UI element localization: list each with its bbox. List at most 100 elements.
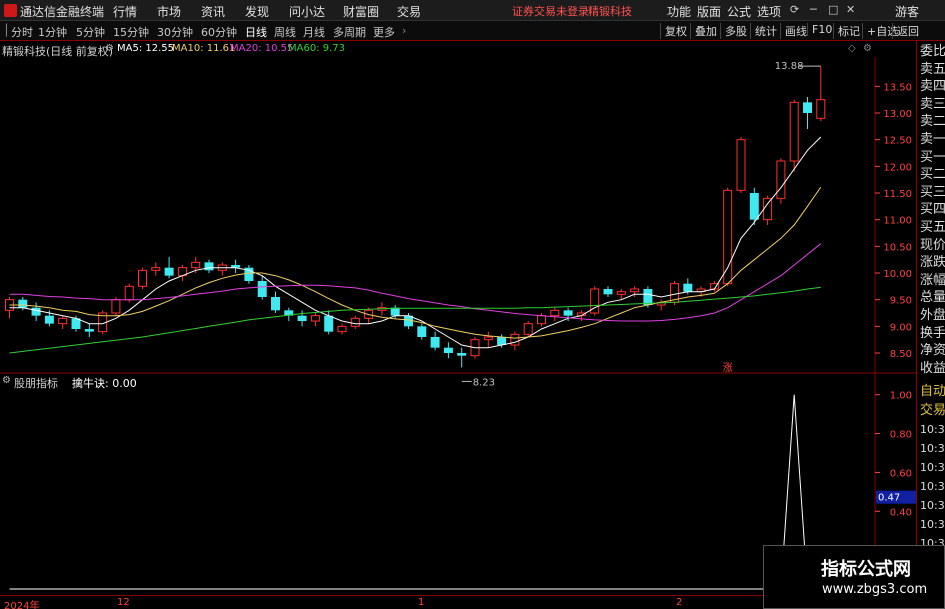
settings-gear-icon-right[interactable]: ⚙: [863, 43, 872, 54]
period-15min[interactable]: 15分钟: [113, 24, 149, 40]
diamond-icon[interactable]: ◇: [848, 43, 856, 54]
side-label: 净资: [920, 343, 945, 359]
menu-banmian[interactable]: 版面: [697, 3, 721, 20]
period-weekly[interactable]: 周线: [274, 24, 296, 40]
side-label: 买四: [920, 202, 945, 218]
guest-label[interactable]: 游客: [895, 3, 919, 20]
toolbar-handle-icon[interactable]: │: [3, 24, 10, 37]
menu-shichang[interactable]: 市场: [157, 3, 181, 20]
trade-side-label: 10:31: [920, 518, 945, 531]
candle-body-down: [457, 353, 467, 356]
period-30min[interactable]: 30分钟: [157, 24, 193, 40]
candle-body-up: [789, 101, 799, 162]
indicator-y-tick-label: 1.00: [890, 391, 912, 402]
tool-back[interactable]: 返回: [892, 23, 919, 39]
side-label: 卖二: [920, 114, 945, 130]
side-label: 卖四: [920, 79, 945, 95]
candle-body-down: [497, 337, 507, 345]
menu-gongshi[interactable]: 公式: [727, 3, 751, 20]
y-tick-label: 13.00: [883, 109, 912, 120]
candle-body-down: [271, 297, 280, 311]
indicator-y-tick-label: 0.40: [890, 507, 912, 518]
indicator-settings-icon[interactable]: ⚙: [2, 375, 11, 386]
menu-hangqing[interactable]: 行情: [113, 3, 137, 20]
candle-body-down: [430, 337, 440, 348]
candle-body-up: [816, 99, 826, 119]
x-label-jan: 1: [418, 597, 425, 608]
trade-side-label: 10:30: [920, 480, 945, 493]
side-label: 现价: [920, 237, 945, 253]
tool-fuquan[interactable]: 复权: [660, 23, 687, 39]
ma20-line: [9, 243, 822, 322]
candle-body-down: [204, 262, 214, 271]
watermark-logo: 指标公式网 www.zbgs3.com: [763, 545, 945, 609]
app-logo-icon: [4, 4, 17, 17]
tool-biaoji[interactable]: 标记: [833, 23, 860, 39]
terminal-window: 通达信金融终端 行情 市场 资讯 发现 问小达 财富圈 交易 证券交易未登录 精…: [0, 0, 945, 609]
chart-info-bar: 精锻科技(日线 前复权) ⚙ MA5: 12.55 MA10: 11.61 MA…: [0, 41, 875, 58]
menu-faxian[interactable]: 发现: [245, 3, 269, 20]
ma10-line: [9, 186, 822, 339]
chevron-right-icon[interactable]: ›: [402, 24, 406, 37]
trade-side-label: 10:31: [920, 499, 945, 512]
candle-body-down: [297, 315, 307, 321]
candle-body-down: [803, 102, 812, 113]
tool-f10[interactable]: F10: [807, 23, 832, 36]
candle-body-up: [723, 189, 733, 285]
trade-side-label: 10:30: [920, 442, 945, 455]
side-label: 卖三: [920, 96, 945, 112]
indicator-line: [9, 394, 821, 590]
trade-login-notice[interactable]: 证券交易未登录: [512, 3, 589, 19]
side-label: 买三: [920, 184, 945, 200]
y-tick-label: 13.50: [883, 82, 912, 93]
menu-zixun[interactable]: 资讯: [201, 3, 225, 20]
period-monthly[interactable]: 月线: [303, 24, 325, 40]
settings-gear-icon[interactable]: ⚙: [105, 43, 114, 54]
period-1min[interactable]: 1分钟: [38, 24, 67, 40]
period-daily[interactable]: 日线: [245, 24, 267, 40]
candle-body-down: [31, 307, 41, 316]
candle-body-down: [164, 267, 174, 276]
period-fenshi[interactable]: 分时: [11, 24, 33, 40]
side-label: 总量: [920, 290, 945, 306]
y-tick-label: 8.50: [890, 349, 912, 360]
stock-name-title: 精锻科技: [588, 5, 632, 18]
candle-body-down: [18, 299, 28, 308]
side-label: 买五: [920, 220, 945, 235]
tool-diejia[interactable]: 叠加: [690, 23, 717, 39]
kline-chart[interactable]: 13.50 13.00 12.50 12.00 11.50 11.00 10.50 10.00…: [0, 41, 916, 595]
close-icon[interactable]: ✕: [846, 3, 855, 16]
y-tick-label: 12.00: [883, 162, 912, 173]
period-multi[interactable]: 多周期: [333, 24, 366, 40]
candle-body-down: [603, 289, 613, 295]
trade-side-label: 10:30: [920, 423, 945, 436]
period-5min[interactable]: 5分钟: [76, 24, 105, 40]
cursor-value: 0.47: [878, 493, 900, 504]
candle-body-up: [550, 309, 560, 317]
candle-body-up: [310, 315, 320, 322]
candle-body-up: [124, 285, 134, 301]
tool-duogu[interactable]: 多股: [720, 23, 747, 39]
candle-body-down: [84, 329, 94, 332]
quote-side-panel: 委比 卖五 卖四 卖三 卖二 卖一 买一 买二 买三 买四 买五 现价 涨跌 涨幅 总量 外盘 换手 净资 收益 自动…: [916, 41, 945, 609]
menu-jiaoyi[interactable]: 交易: [397, 3, 421, 20]
trade-side-label: 交易: [920, 403, 945, 418]
maximize-icon[interactable]: □: [828, 3, 838, 16]
menu-wenxiaoda[interactable]: 问小达: [289, 3, 325, 20]
candle-body-down: [257, 281, 267, 297]
menu-caifuquan[interactable]: 财富圈: [343, 3, 379, 20]
menu-gongneng[interactable]: 功能: [667, 3, 691, 20]
tool-huaxian[interactable]: 画线: [780, 23, 807, 39]
candle-body-up: [151, 267, 161, 271]
minimize-icon[interactable]: ─: [810, 3, 817, 16]
tool-tongji[interactable]: 统计: [750, 23, 777, 39]
indicator-name[interactable]: 股朋指标: [14, 375, 58, 391]
side-label: 收益: [920, 360, 945, 376]
period-60min[interactable]: 60分钟: [201, 24, 237, 40]
side-label: 外盘: [920, 308, 945, 323]
candle-body-down: [683, 283, 693, 292]
period-more[interactable]: 更多: [373, 24, 395, 40]
refresh-icon[interactable]: ⟳: [790, 3, 799, 16]
app-title: 通达信金融终端: [20, 5, 105, 19]
side-label: 卖一: [920, 132, 945, 147]
